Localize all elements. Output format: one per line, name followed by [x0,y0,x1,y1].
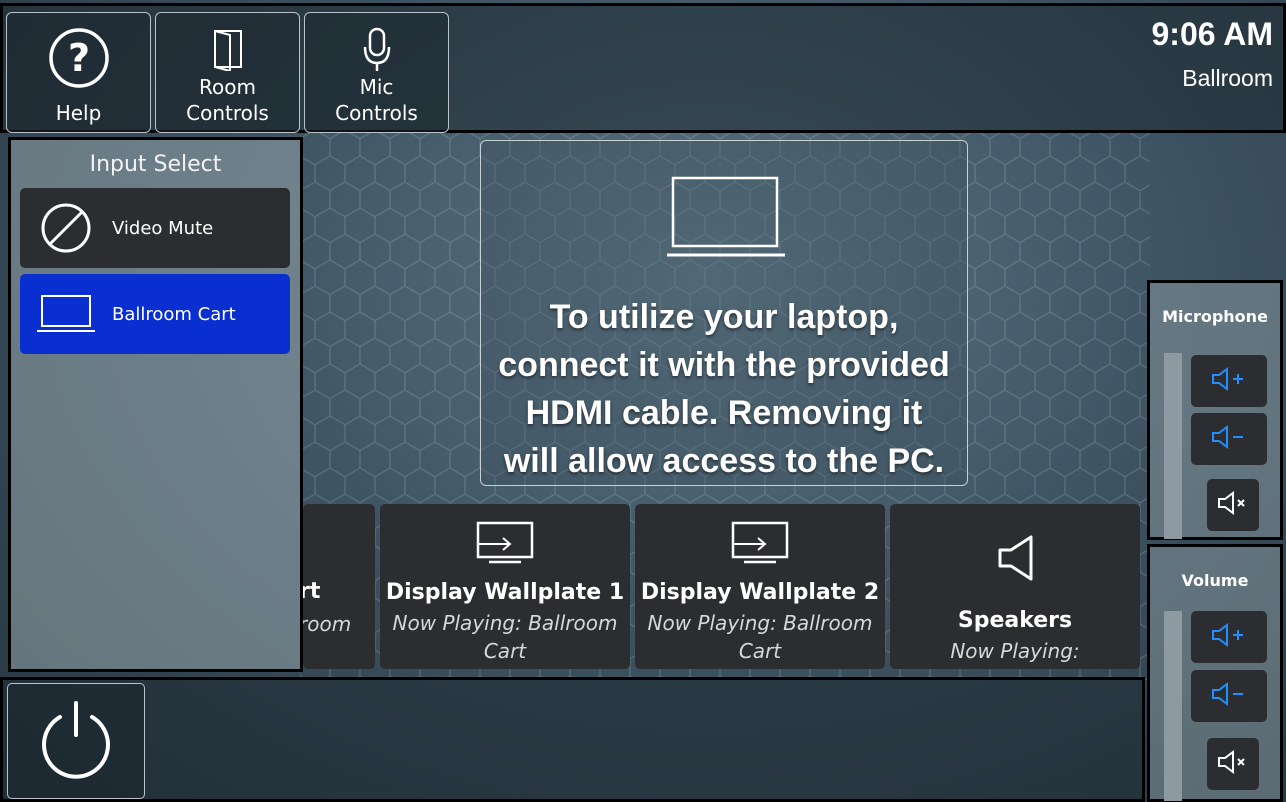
room-name: Ballroom [1182,65,1273,91]
help-label: Help [55,101,102,125]
input-select-title: Input Select [89,152,222,177]
laptop-icon [667,175,785,263]
microphone-mute-button[interactable] [1207,479,1259,531]
power-button[interactable] [7,683,145,799]
instruction-text: To utilize your laptop, connect it with … [481,293,967,485]
microphone-panel: Microphone [1147,280,1283,540]
current-time: 9:06 AM [1151,16,1273,52]
destination-name: Speakers [957,608,1073,633]
power-icon [38,699,114,783]
room-controls-label-2: Controls [186,101,269,125]
destination-name-partial: rt [303,579,321,604]
microphone-volume-up-button[interactable] [1191,355,1267,407]
volume-level-slider[interactable] [1164,611,1182,801]
destination-tile-speakers[interactable]: Speakers Now Playing: [890,504,1140,669]
mute-icon [1217,490,1249,520]
instruction-line-3: HDMI cable. Removing it [525,394,923,432]
ballroom-cart-button[interactable]: Ballroom Cart [20,274,290,354]
room-controls-button[interactable]: Room Controls [155,12,300,133]
now-playing-line-2: Cart [483,639,527,663]
destination-tile-partial[interactable]: rt room [303,504,375,669]
volume-up-icon [1211,366,1247,396]
microphone-icon [361,27,393,79]
destination-name: Display Wallplate 2 [640,580,880,605]
now-playing-line-2: Cart [738,639,782,663]
mic-controls-label-2: Controls [335,101,418,125]
now-playing-line-1: Now Playing: Ballroom [647,611,873,635]
bottom-bar [0,677,1145,802]
help-icon: ? [48,27,110,95]
destination-tile-display-wallplate-1[interactable]: Display Wallplate 1 Now Playing: Ballroo… [380,504,630,669]
volume-down-icon [1211,681,1247,711]
instruction-panel: To utilize your laptop, connect it with … [480,140,968,486]
mic-controls-button[interactable]: Mic Controls [304,12,449,133]
destination-now-playing: Now Playing: Ballroom Cart [635,609,885,665]
instruction-line-4: will allow access to the PC. [503,442,945,480]
now-playing-line-1: Now Playing: Ballroom [392,611,618,635]
microphone-title: Microphone [1162,307,1268,326]
top-bar: ? Help Room Controls Mic Controls 9:06 A… [0,3,1286,133]
display-input-icon [730,520,790,570]
video-mute-label: Video Mute [112,217,214,239]
door-icon [212,27,244,77]
volume-down-button[interactable] [1191,670,1267,722]
destination-now-playing-partial: room [303,612,352,636]
destination-name: Display Wallplate 1 [385,580,625,605]
speaker-icon [997,534,1035,586]
volume-title: Volume [1181,571,1249,590]
microphone-volume-down-button[interactable] [1191,413,1267,465]
clock-area: 9:06 AM Ballroom [1151,16,1273,92]
ballroom-cart-label: Ballroom Cart [112,303,236,325]
no-symbol-icon [20,202,112,254]
volume-panel: Volume [1147,544,1283,802]
room-controls-label-1: Room [199,75,256,99]
volume-mute-button[interactable] [1207,738,1259,790]
mute-icon [1217,749,1249,779]
svg-text:?: ? [67,36,89,80]
destination-now-playing: Now Playing: Ballroom Cart [380,609,630,665]
laptop-icon [20,293,112,335]
destination-now-playing: Now Playing: [950,639,1080,663]
display-input-icon [475,520,535,570]
volume-up-icon [1211,622,1247,652]
input-select-panel: Input Select Video Mute Ballroom Cart [8,137,303,672]
volume-down-icon [1211,424,1247,454]
volume-up-button[interactable] [1191,611,1267,663]
instruction-line-2: connect it with the provided [498,346,950,384]
video-mute-button[interactable]: Video Mute [20,188,290,268]
help-button[interactable]: ? Help [6,12,151,133]
microphone-level-slider[interactable] [1164,353,1182,539]
instruction-line-1: To utilize your laptop, [549,298,899,336]
destination-tile-display-wallplate-2[interactable]: Display Wallplate 2 Now Playing: Ballroo… [635,504,885,669]
